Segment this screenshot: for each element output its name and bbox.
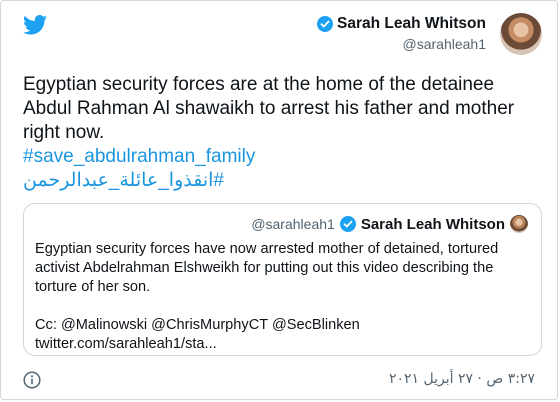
tweet-text-line: Egyptian security forces are at the home… — [23, 74, 495, 95]
quoted-author-name: Sarah Leah Whitson — [360, 215, 505, 233]
hashtag-link-arabic[interactable]: #انقذوا_عائلة_عبدالرحمن — [23, 169, 543, 193]
author-handle[interactable]: @sarahleah1 — [317, 36, 487, 52]
tweet-author[interactable]: Sarah Leah Whitson @sarahleah1 — [317, 15, 486, 52]
info-icon[interactable] — [23, 371, 41, 389]
tweet-timestamp[interactable]: ٣:٢٧ ص · ٢٧ أبريل ٢٠٢١ — [389, 371, 535, 387]
hashtag-link[interactable]: #save_abdulrahman_family — [23, 145, 543, 169]
verified-badge-icon — [317, 16, 333, 32]
quoted-tweet-text: Egyptian security forces have now arrest… — [35, 240, 525, 354]
quoted-tweet[interactable]: @sarahleah1 Sarah Leah Whitson Egyptian … — [23, 203, 542, 356]
tweet-text: Egyptian security forces are at the home… — [23, 73, 543, 193]
author-avatar[interactable] — [500, 13, 542, 55]
tweet-text-line: right now. — [23, 122, 105, 143]
quoted-author-handle: @sarahleah1 — [251, 216, 335, 232]
quoted-tweet-author[interactable]: @sarahleah1 Sarah Leah Whitson — [251, 215, 528, 233]
quoted-text-line: activist Abdelrahman Elshweikh for putti… — [35, 260, 494, 276]
tweet-footer: ٣:٢٧ ص · ٢٧ أبريل ٢٠٢١ — [23, 371, 535, 391]
quoted-link[interactable]: twitter.com/sarahleah1/sta... — [35, 335, 525, 354]
quoted-mentions[interactable]: Cc: @Malinowski @ChrisMurphyCT @SecBlink… — [35, 316, 525, 335]
tweet-card: Sarah Leah Whitson @sarahleah1 Egyptian … — [0, 0, 558, 400]
quoted-text-line: Egyptian security forces have now arrest… — [35, 241, 499, 257]
verified-badge-icon — [339, 216, 356, 232]
tweet-text-line: Abdul Rahman Al shawaikh to arrest his f… — [23, 98, 515, 119]
quoted-text-line: torture of her son. — [35, 279, 151, 295]
author-name[interactable]: Sarah Leah Whitson — [337, 15, 486, 33]
twitter-bird-icon[interactable] — [23, 15, 47, 35]
quoted-author-avatar — [510, 215, 528, 233]
